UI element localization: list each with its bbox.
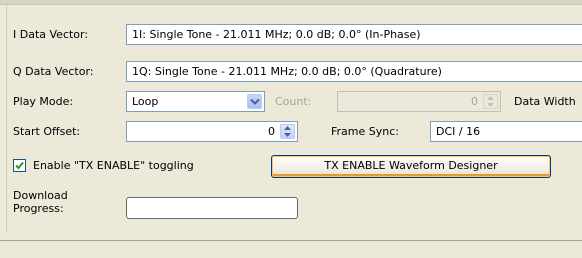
start-offset-spinner[interactable] bbox=[280, 124, 295, 139]
tx-enable-toggle-checkbox[interactable] bbox=[13, 159, 26, 172]
start-offset-label: Start Offset: bbox=[13, 125, 81, 138]
count-spinbox[interactable]: 0 bbox=[337, 91, 501, 112]
left-frame-line bbox=[6, 4, 7, 232]
bottom-separator bbox=[0, 240, 582, 241]
waveform-settings-panel: I Data Vector: 1I: Single Tone - 21.011 … bbox=[0, 0, 582, 241]
count-decrement[interactable] bbox=[484, 102, 497, 108]
start-offset-value: 0 bbox=[268, 125, 275, 138]
count-label: Count: bbox=[275, 95, 312, 108]
play-mode-select[interactable]: Loop bbox=[126, 91, 265, 112]
start-offset-decrement[interactable] bbox=[281, 132, 294, 138]
play-mode-dropdown-button[interactable] bbox=[247, 94, 262, 109]
q-data-vector-label: Q Data Vector: bbox=[13, 65, 94, 78]
start-offset-spinbox[interactable]: 0 bbox=[126, 121, 298, 142]
data-width-label: Data Width bbox=[514, 95, 576, 108]
top-separator bbox=[0, 0, 582, 5]
tx-enable-waveform-designer-button[interactable]: TX ENABLE Waveform Designer bbox=[271, 155, 551, 178]
download-progress-bar bbox=[126, 197, 298, 219]
count-spinner[interactable] bbox=[483, 94, 498, 109]
play-mode-label: Play Mode: bbox=[13, 95, 74, 108]
i-data-vector-label: I Data Vector: bbox=[13, 28, 89, 41]
frame-sync-label: Frame Sync: bbox=[331, 125, 399, 138]
frame-sync-field[interactable]: DCI / 16 bbox=[430, 121, 582, 142]
q-data-vector-field[interactable]: 1Q: Single Tone - 21.011 MHz; 0.0 dB; 0.… bbox=[126, 61, 582, 82]
download-progress-label-line1: Download bbox=[13, 189, 68, 202]
tx-enable-toggle-label[interactable]: Enable "TX ENABLE" toggling bbox=[33, 159, 194, 173]
play-mode-value: Loop bbox=[132, 95, 159, 108]
count-increment[interactable] bbox=[484, 95, 497, 101]
count-value: 0 bbox=[471, 95, 478, 108]
i-data-vector-field[interactable]: 1I: Single Tone - 21.011 MHz; 0.0 dB; 0.… bbox=[126, 24, 582, 45]
start-offset-increment[interactable] bbox=[281, 125, 294, 131]
download-progress-label-line2: Progress: bbox=[13, 202, 64, 215]
